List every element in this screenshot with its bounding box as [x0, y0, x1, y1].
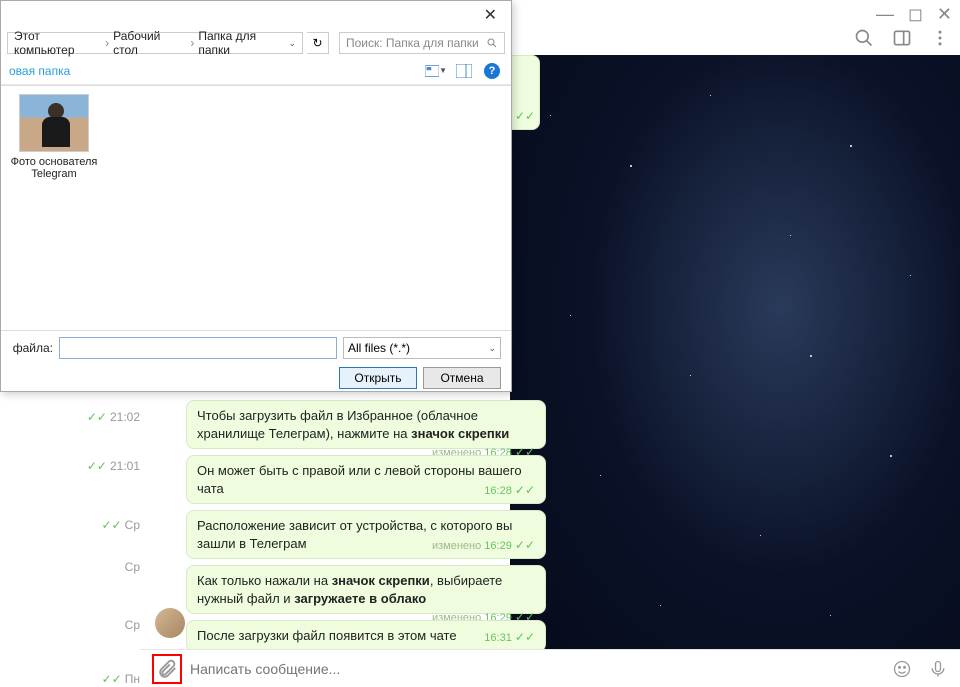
file-item[interactable]: Фото основателя Telegram [9, 94, 99, 322]
preview-pane-icon[interactable] [453, 62, 475, 80]
new-folder-link[interactable]: овая папка [9, 64, 70, 78]
file-filter-select[interactable]: All files (*.*)⌄ [343, 337, 501, 359]
close-button[interactable]: ✕ [937, 4, 952, 25]
message-bubble[interactable]: Чтобы загрузить файл в Избранное (облачн… [186, 400, 546, 449]
chat-header-actions [854, 28, 950, 48]
sidepanel-icon[interactable] [892, 28, 912, 48]
filename-label: файла: [11, 341, 53, 355]
view-mode-icon[interactable]: ▼ [425, 62, 447, 80]
open-button[interactable]: Открыть [339, 367, 417, 389]
date-label: Ср [85, 560, 140, 574]
read-check-icon: ✓✓ [515, 109, 535, 123]
help-icon[interactable]: ? [481, 62, 503, 80]
sender-avatar[interactable] [155, 608, 185, 638]
file-thumbnail [19, 94, 89, 152]
attach-button-highlight [152, 654, 182, 684]
date-label: Ср [85, 618, 140, 632]
message-list: Чтобы загрузить файл в Избранное (облачн… [186, 400, 546, 687]
message-input-bar [140, 649, 960, 687]
date-label: ✓✓Пн [85, 672, 140, 686]
dialog-titlebar: ✕ [1, 1, 511, 29]
filename-input[interactable] [59, 337, 337, 359]
message-bubble[interactable]: После загрузки файл появится в этом чате… [186, 620, 546, 652]
minimize-button[interactable]: — [876, 4, 894, 25]
previous-message-tail: ✓✓ [510, 55, 540, 130]
date-label: ✓✓21:02 [85, 410, 140, 424]
paperclip-icon[interactable] [156, 658, 178, 680]
date-label: ✓✓21:01 [85, 459, 140, 473]
path-breadcrumb[interactable]: Этот компьютер› Рабочий стол› Папка для … [7, 32, 303, 54]
chat-background [510, 55, 960, 687]
folder-search-input[interactable]: Поиск: Папка для папки [339, 32, 505, 54]
file-list-area[interactable]: Фото основателя Telegram [1, 85, 511, 331]
message-bubble[interactable]: Как только нажали на значок скрепки, выб… [186, 565, 546, 614]
dialog-close-button[interactable]: ✕ [476, 3, 505, 27]
search-icon [486, 37, 498, 49]
maximize-button[interactable]: ◻ [908, 4, 923, 25]
search-icon[interactable] [854, 28, 874, 48]
microphone-icon[interactable] [928, 659, 948, 679]
date-label: ✓✓Ср [85, 518, 140, 532]
more-icon[interactable] [930, 28, 950, 48]
file-open-dialog: ✕ Этот компьютер› Рабочий стол› Папка дл… [0, 0, 512, 392]
message-input[interactable] [190, 661, 892, 677]
window-controls: — ◻ ✕ [876, 0, 960, 28]
emoji-icon[interactable] [892, 659, 912, 679]
dialog-toolbar: овая папка ▼ ? [1, 57, 511, 85]
refresh-button[interactable]: ↻ [307, 32, 329, 54]
message-bubble[interactable]: Он может быть с правой или с левой сторо… [186, 455, 546, 504]
file-caption: Фото основателя Telegram [9, 156, 99, 180]
message-bubble[interactable]: Расположение зависит от устройства, с ко… [186, 510, 546, 559]
cancel-button[interactable]: Отмена [423, 367, 501, 389]
